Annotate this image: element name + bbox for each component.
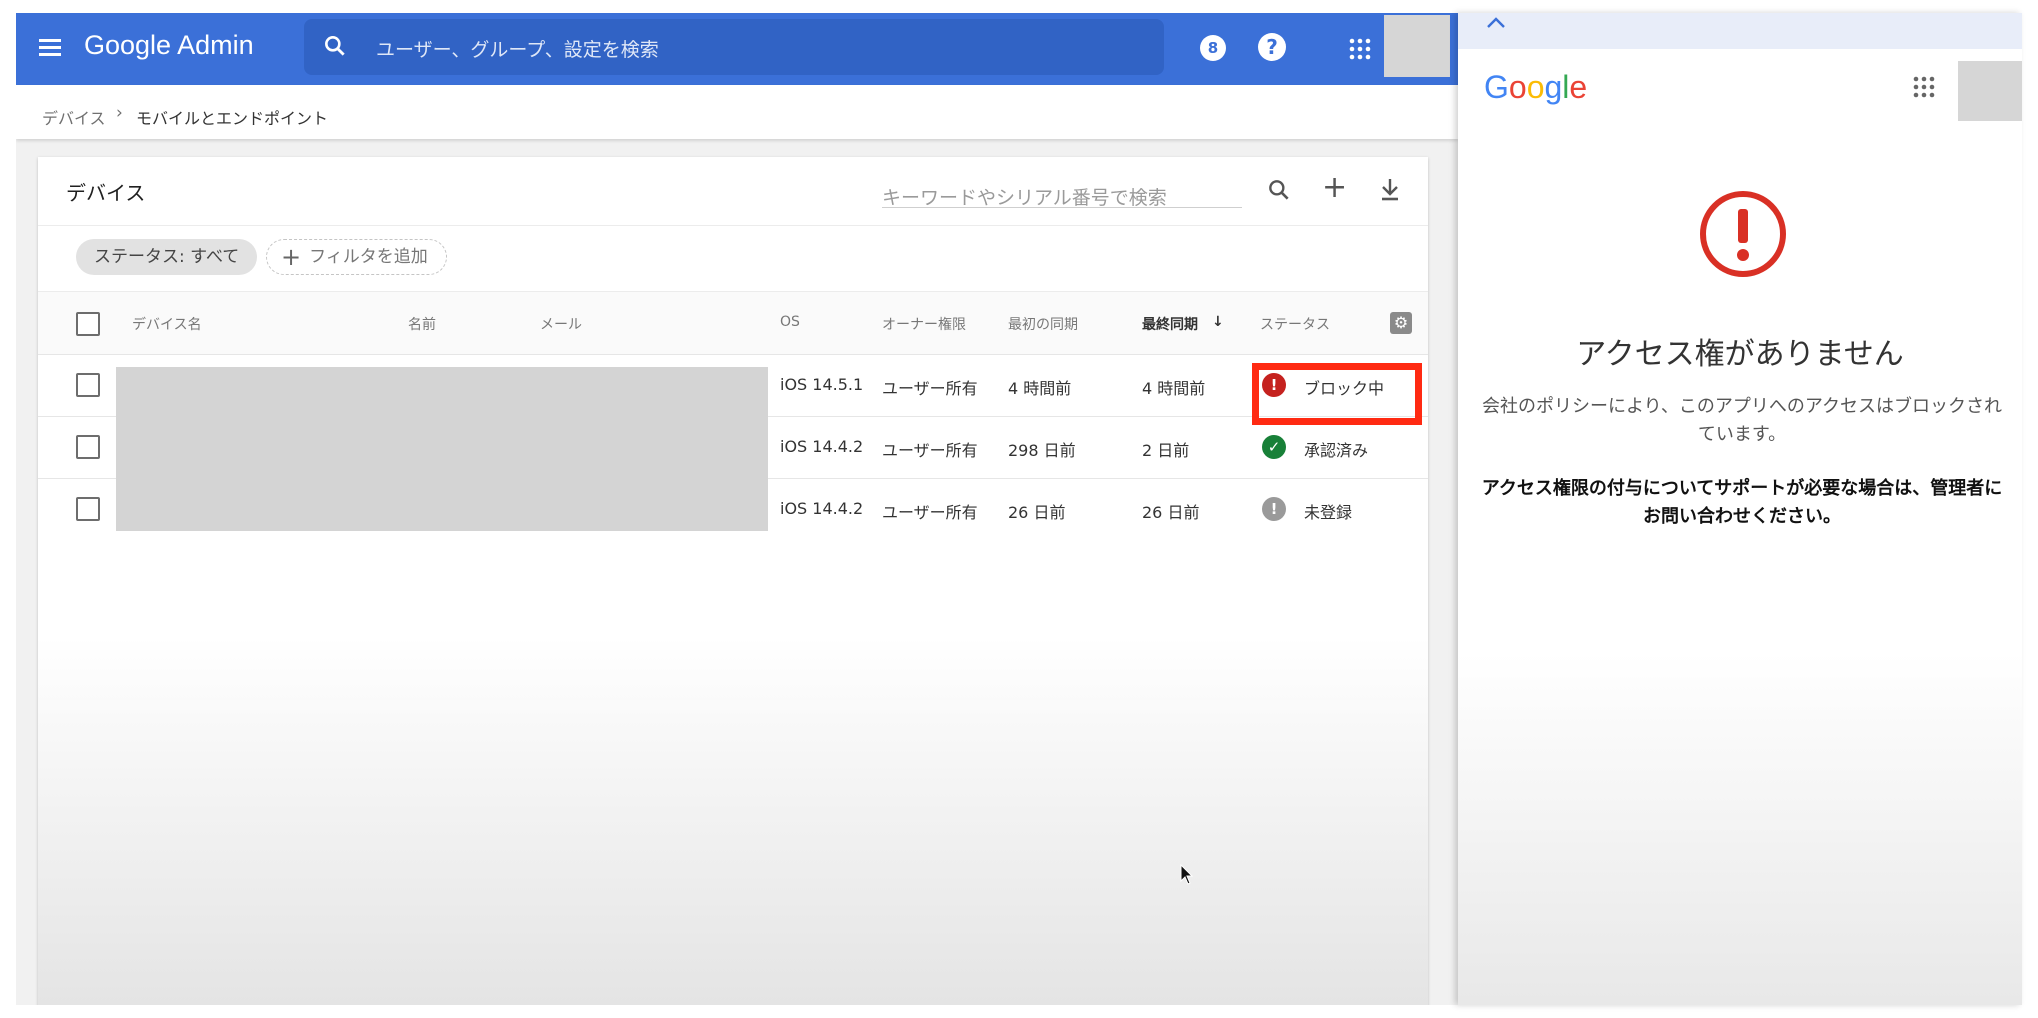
column-device-name[interactable]: デバイス名 [132, 314, 202, 334]
access-denied-title: アクセス権がありません [1576, 337, 1904, 372]
frame-top [0, 0, 2038, 13]
global-search-placeholder: ユーザー、グループ、設定を検索 [376, 39, 659, 61]
add-filter-label: フィルタを追加 [309, 247, 428, 267]
row-ownership: ユーザー所有 [882, 441, 978, 460]
row-first-sync: 26 日前 [1008, 503, 1066, 522]
row-ownership: ユーザー所有 [882, 503, 978, 522]
menu-icon[interactable] [36, 35, 64, 63]
apps-grid-icon[interactable] [1348, 37, 1372, 61]
access-denied-panel: Google アクセス権がありません 会社のポリシーにより、このアプリへのアクセ… [1458, 13, 2022, 1005]
frame-bottom [0, 1005, 2038, 1018]
google-logo: Google [1484, 69, 1587, 106]
redacted-device-details [116, 367, 768, 531]
chevron-up-icon[interactable] [1486, 15, 1506, 29]
column-status[interactable]: ステータス [1260, 314, 1330, 334]
row-first-sync: 298 日前 [1008, 441, 1076, 460]
product-logo[interactable]: Google Admin [84, 30, 254, 61]
apps-grid-icon[interactable] [1912, 75, 1936, 99]
devices-card: デバイス キーワードやシリアル番号で検索 + ステータス: すべて + フィルタを… [38, 157, 1428, 1005]
plus-icon: + [281, 243, 302, 271]
mouse-cursor-icon [1180, 864, 1194, 885]
logo-letter: e [1569, 69, 1588, 105]
divider [38, 225, 1428, 226]
notification-badge-icon[interactable]: 8 [1200, 35, 1226, 61]
logo-letter: o [1508, 69, 1527, 105]
download-icon[interactable] [1378, 177, 1402, 203]
row-os: iOS 14.4.2 [780, 499, 864, 518]
logo-letter: G [1484, 69, 1509, 105]
column-os[interactable]: OS [780, 314, 800, 330]
status-filter-chip[interactable]: ステータス: すべて [76, 239, 258, 275]
help-icon[interactable]: ? [1258, 33, 1286, 61]
breadcrumb-chevron-icon: › [116, 103, 123, 123]
row-checkbox[interactable] [76, 435, 100, 459]
row-checkbox[interactable] [76, 497, 100, 521]
frame-left [0, 0, 16, 1018]
column-ownership[interactable]: オーナー権限 [882, 314, 966, 334]
card-fade [38, 637, 1428, 1005]
card-title: デバイス [66, 181, 146, 205]
column-first-sync[interactable]: 最初の同期 [1008, 314, 1078, 334]
support-message: アクセス権限の付与についてサポートが必要な場合は、管理者にお問い合わせください。 [1481, 478, 2003, 527]
search-icon[interactable] [1266, 177, 1292, 203]
blocked-status-highlight [1252, 363, 1422, 425]
logo-letter: o [1526, 69, 1545, 105]
add-device-icon[interactable]: + [1322, 173, 1347, 203]
column-name[interactable]: 名前 [408, 314, 436, 334]
row-ownership: ユーザー所有 [882, 379, 978, 398]
breadcrumb-devices-link[interactable]: デバイス [42, 105, 106, 129]
row-last-sync: 26 日前 [1142, 503, 1200, 522]
row-last-sync: 2 日前 [1142, 441, 1190, 460]
admin-console: Google Admin ユーザー、グループ、設定を検索 8 ? デバイス › … [16, 13, 1458, 1005]
row-os: iOS 14.4.2 [780, 437, 864, 456]
top-app-bar: Google Admin ユーザー、グループ、設定を検索 8 ? [16, 13, 1458, 85]
logo-letter: g [1544, 69, 1563, 105]
error-alert-icon [1700, 191, 1786, 277]
select-all-checkbox[interactable] [76, 312, 100, 336]
row-checkbox[interactable] [76, 373, 100, 397]
column-last-sync[interactable]: 最終同期 [1142, 314, 1198, 334]
breadcrumb-current: モバイルとエンドポイント [136, 109, 329, 128]
search-icon [325, 36, 345, 56]
add-filter-chip[interactable]: + フィルタを追加 [266, 239, 447, 275]
account-avatar[interactable] [1384, 15, 1450, 77]
access-denied-message: 会社のポリシーにより、このアプリへのアクセスはブロックされています。 [1481, 396, 2003, 445]
column-email[interactable]: メール [540, 314, 582, 334]
unregistered-alert-icon: ! [1262, 497, 1286, 521]
row-first-sync: 4 時間前 [1008, 379, 1072, 398]
panel-top-bar [1458, 13, 2022, 49]
account-avatar[interactable] [1958, 61, 2022, 121]
row-status: 承認済み [1304, 441, 1369, 460]
approved-check-icon: ✓ [1262, 435, 1286, 459]
breadcrumb: デバイス › モバイルとエンドポイント [16, 85, 1458, 139]
global-search-input[interactable]: ユーザー、グループ、設定を検索 [304, 19, 1164, 75]
panel-fade [1458, 653, 2022, 1005]
column-settings-gear-icon[interactable]: ⚙ [1390, 312, 1412, 334]
row-last-sync: 4 時間前 [1142, 379, 1206, 398]
row-os: iOS 14.5.1 [780, 375, 864, 394]
row-status: 未登録 [1304, 503, 1353, 522]
device-search-placeholder: キーワードやシリアル番号で検索 [882, 187, 1167, 209]
sort-descending-icon[interactable]: ↓ [1212, 314, 1224, 330]
table-header: デバイス名 名前 メール OS オーナー権限 最初の同期 最終同期 ↓ ステータ… [38, 292, 1428, 354]
device-search-input[interactable]: キーワードやシリアル番号で検索 [882, 177, 1242, 209]
